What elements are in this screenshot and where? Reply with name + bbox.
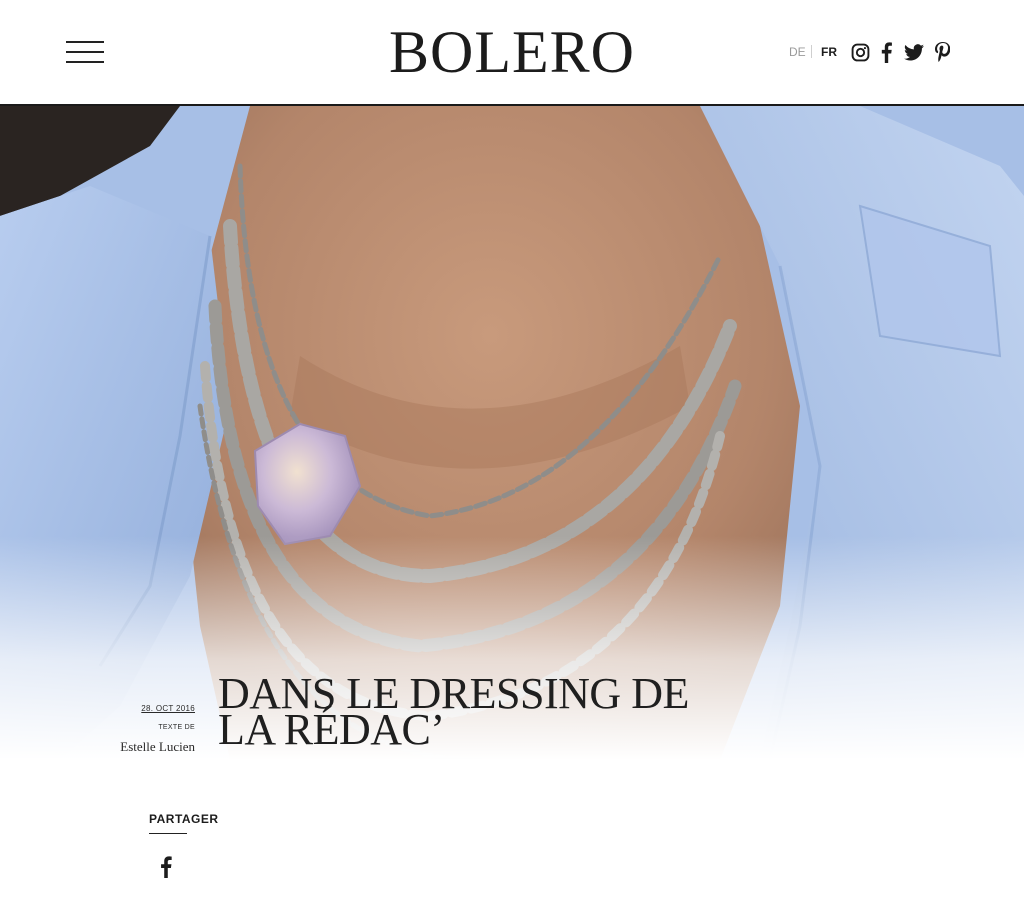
pinterest-icon[interactable] (932, 40, 952, 64)
share-underline (149, 833, 187, 834)
article-author[interactable]: Estelle Lucien (40, 739, 195, 755)
article-date[interactable]: 28. OCT 2016 (40, 704, 195, 713)
hero-image: 28. OCT 2016 TEXTE DE Estelle Lucien DAN… (0, 106, 1024, 760)
facebook-icon[interactable] (879, 40, 893, 64)
language-divider (811, 45, 812, 58)
language-de-link[interactable]: DE (789, 45, 806, 59)
article-title-line-2: LA RÉDAC’ (218, 705, 445, 754)
facebook-icon[interactable] (160, 856, 176, 878)
share-label: PARTAGER (149, 812, 219, 826)
twitter-icon[interactable] (903, 40, 925, 64)
author-prefix-label: TEXTE DE (158, 724, 195, 731)
article-title: DANS LE DRESSING DE LA RÉDAC’ (218, 672, 838, 752)
site-header: BOLERO DE FR (0, 0, 1024, 105)
language-fr-link[interactable]: FR (821, 45, 837, 59)
instagram-icon[interactable] (849, 40, 871, 64)
